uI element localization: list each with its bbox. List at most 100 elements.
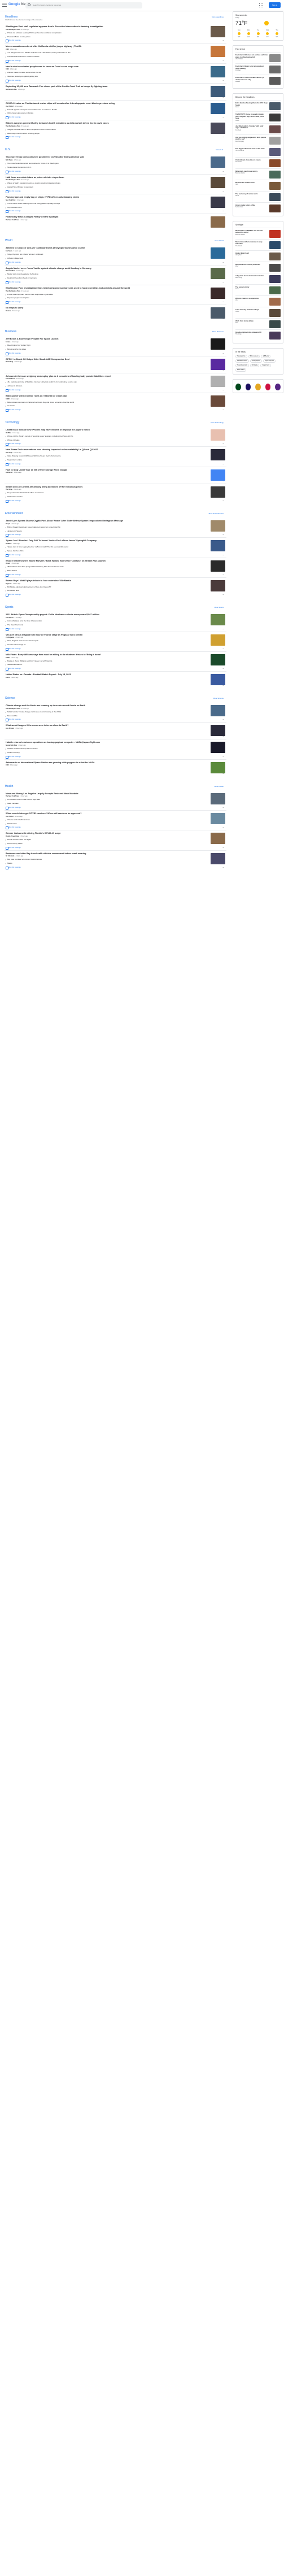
story-headline[interactable]: Bookmun read after Bay Area health offic… [6,852,208,855]
related-story[interactable]: Tadej Pogacar wins Tour de France again [6,639,208,642]
story-headline[interactable]: Astronauts on International Space Statio… [6,762,208,764]
full-coverage-link[interactable]: View Full Coverage [6,389,208,392]
more-section-link[interactable]: More Science [213,697,224,699]
section-title[interactable]: Headlines [5,15,226,19]
story-source[interactable]: 9to5Mac [6,432,11,434]
story-headline[interactable]: United States vs. Canada - Football Matc… [6,673,208,676]
story-thumbnail[interactable] [211,560,225,572]
full-coverage-link[interactable]: View Full Coverage [6,261,208,264]
topic-chip[interactable]: Biden surgeon [248,354,260,358]
beyond-headlines-item-title[interactable]: Are you pricing single-word texts people… [235,136,268,141]
related-story[interactable]: Athletes' village beds [6,257,208,260]
beyond-headlines-item-thumbnail[interactable] [269,102,281,110]
chevron-down-icon[interactable]: ⌄ [222,627,224,630]
related-story[interactable]: Space Jam box office [6,550,208,552]
full-coverage-link[interactable]: View Full Coverage [6,846,208,850]
beyond-headlines-item[interactable]: Chili-infused chocolate ice cream The Kit… [235,156,281,168]
chevron-down-icon[interactable]: ⌄ [222,553,224,556]
full-coverage-link[interactable]: View Full Coverage [6,647,208,651]
full-coverage-link[interactable]: View Full Coverage [6,755,208,759]
story-source[interactable]: The Washington Post [6,29,20,31]
story-source[interactable]: SF Chronicle [6,855,14,857]
spotlight-item-title[interactable]: Mastermind effort underway to stop hurri… [235,241,268,245]
spotlight-item-title[interactable]: A big bank for the financial revolution [235,275,268,277]
spotlight-item-title[interactable]: McDonald's is HUMBLY new dresses around … [235,229,268,234]
full-coverage-link[interactable]: View Full Coverage [6,210,208,214]
spotlight-item-thumbnail[interactable] [269,275,281,283]
related-story[interactable]: Steam Deck orders [6,459,208,462]
story-source[interactable]: The Verge [6,489,12,490]
story-headline[interactable]: OPEC+ to Boost Oil Output After Saudi-UA… [6,358,208,361]
story-source[interactable]: Sacramento Bee [6,89,17,90]
related-story[interactable]: 'Space Jam: A New Legacy Review': LeBron… [6,546,208,549]
related-story[interactable]: Mask mandate [6,802,208,805]
story-headline[interactable]: Here's what vaccinated people need to kn… [6,66,208,68]
related-story[interactable]: Pegasus project investigation [6,297,208,299]
related-story[interactable]: Private tax software seeking IRS lineup … [6,32,208,34]
story-source[interactable]: CNN [6,49,8,50]
spotlight-item-thumbnail[interactable] [269,286,281,294]
chevron-down-icon[interactable]: ⌄ [222,667,224,669]
story-thumbnail[interactable] [211,123,225,134]
related-story[interactable]: Duval County cases [6,842,208,845]
chevron-down-icon[interactable]: ⌄ [222,755,224,758]
story-headline[interactable]: Washington Post staff regulated appears … [6,25,208,28]
story-thumbnail[interactable] [211,634,225,646]
story-thumbnail[interactable] [211,833,225,845]
story-thumbnail[interactable] [211,26,225,37]
full-coverage-link[interactable]: View Full Coverage [6,573,208,577]
team-logo-icon[interactable] [255,383,261,390]
topic-chip[interactable]: Biz Markie [250,363,260,367]
related-story[interactable]: Surgeon General calls on tech companies … [6,128,208,131]
related-story[interactable]: Haiti's Prime Minister to step down [6,186,208,189]
related-story[interactable]: 'Black Widow' box office plunges 67% as … [6,566,208,568]
menu-icon[interactable] [2,3,7,8]
story-source[interactable]: The New York Times [6,795,19,797]
team-logo-icon[interactable] [265,383,271,390]
chevron-down-icon[interactable]: ⌄ [222,38,224,41]
full-coverage-link[interactable]: View Full Coverage [6,190,208,194]
story-thumbnail[interactable] [211,197,225,208]
related-story[interactable]: 'It is dangerous to me': Wildfire explod… [6,51,208,54]
chevron-down-icon[interactable]: ⌄ [222,115,224,118]
chevron-down-icon[interactable]: ⌄ [222,169,224,172]
beyond-headlines-item-thumbnail[interactable] [269,136,281,145]
spotlight-item-thumbnail[interactable] [269,241,281,249]
spotlight-item-title[interactable]: Why ice cream is so expensive [235,297,268,300]
story-headline[interactable]: No steps to Larry [6,307,208,310]
full-coverage-link[interactable]: View Full Coverage [6,116,208,120]
fact-check-item[interactable]: Fact check: Bill does not address earth … [235,52,281,63]
story-source[interactable]: Deadline [6,543,11,545]
more-section-link[interactable]: More Headlines [212,16,224,18]
story-headline[interactable]: Latest leaks indicate new iPhones may ha… [6,429,208,432]
beyond-headlines-item-thumbnail[interactable] [269,147,281,156]
chevron-down-icon[interactable]: ⌄ [222,647,224,650]
fact-check-item-title[interactable]: Fact check: Bill does not address earth … [235,54,268,58]
related-story[interactable]: Tokyo Olympics put in beds 'anti-sex' ca… [6,253,208,256]
story-headline[interactable]: What would happen if the moon were twice… [6,724,208,727]
spotlight-item[interactable]: The new economy Axios [235,284,281,295]
chevron-down-icon[interactable]: ⌄ [222,717,224,720]
chevron-down-icon[interactable]: ⌄ [222,479,224,482]
related-story[interactable]: Bucks vs. Suns: Williams said they'll le… [6,660,208,663]
chevron-down-icon[interactable]: ⌄ [222,684,224,686]
spotlight-item[interactable]: Mastermind effort underway to stop hurri… [235,238,281,250]
related-story[interactable]: iPhone 13 Pro: Apple's pursuit of 'boost… [6,435,208,438]
more-section-link[interactable]: More World [215,240,224,242]
story-headline[interactable]: Washington Post investigation finds Isra… [6,287,208,290]
story-headline[interactable]: Van Aert wins a magical third Tour de Fr… [6,634,208,637]
chevron-down-icon[interactable]: ⌄ [222,300,224,303]
story-thumbnail[interactable] [211,520,225,532]
story-source[interactable]: Reuters [6,310,11,312]
spotlight-item[interactable]: Hunter Biden's art Vanity Fair [235,250,281,262]
topic-chip[interactable]: Black Widow [235,368,247,372]
related-story[interactable]: Widow of Haiti's president returns to co… [6,182,208,185]
story-thumbnail[interactable] [211,287,225,299]
story-source[interactable]: CBS Sports [6,617,14,619]
related-story[interactable]: Children and COVID vaccines [6,819,208,821]
beyond-headlines-item[interactable]: Joe Biden admits 'mistake' with early si… [235,123,281,134]
full-coverage-link[interactable]: View Full Coverage [6,594,208,597]
related-story[interactable]: Masks [6,862,208,865]
beyond-headlines-item[interactable]: Millennials need more money Business Insi… [235,168,281,180]
related-story[interactable]: Merkel visits town devastated by floodin… [6,273,208,276]
